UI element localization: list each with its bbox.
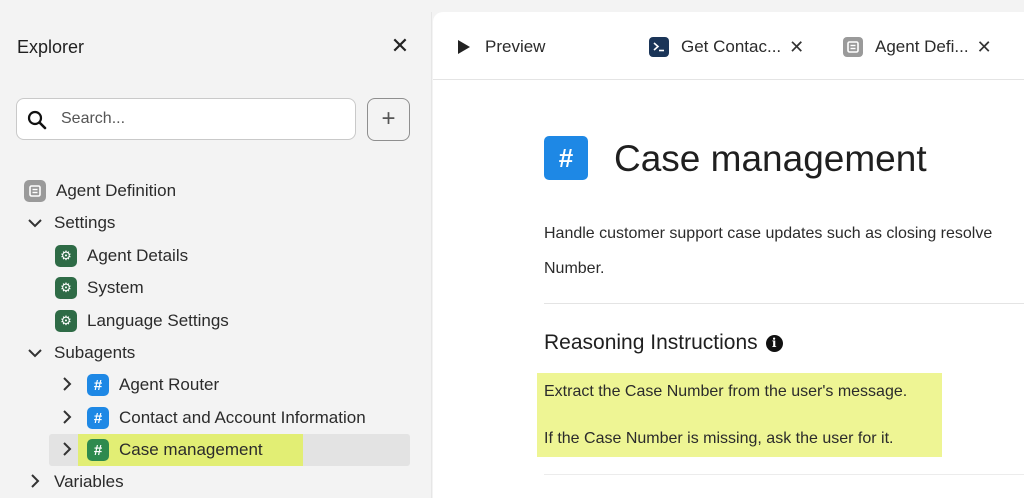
section-title-text: Reasoning Instructions xyxy=(544,331,758,354)
tree-item-variables[interactable]: Variables xyxy=(24,467,124,497)
tab-get-contact[interactable]: Get Contac... ✕ xyxy=(649,34,804,60)
gear-icon: ⚙ xyxy=(55,245,77,267)
play-icon xyxy=(457,39,471,55)
search-icon xyxy=(27,110,47,130)
hash-icon: # xyxy=(87,407,109,429)
close-icon[interactable]: ✕ xyxy=(977,37,992,58)
explorer-title: Explorer xyxy=(17,37,85,57)
tree-label: Case management xyxy=(119,440,263,459)
hash-icon: # xyxy=(87,439,109,461)
tree-label: Agent Details xyxy=(87,246,189,265)
tree-label: System xyxy=(87,278,144,297)
document-icon xyxy=(24,180,46,202)
tab-label: Agent Defi... xyxy=(875,37,969,56)
tree-item-agent-details[interactable]: ⚙ Agent Details xyxy=(55,241,188,271)
chevron-down-icon[interactable] xyxy=(24,345,46,361)
tree-label: Settings xyxy=(54,213,116,232)
close-icon[interactable]: ✕ xyxy=(388,34,412,58)
description-line: Handle customer support case updates suc… xyxy=(544,225,993,242)
document-icon xyxy=(843,37,863,57)
chevron-down-icon[interactable] xyxy=(24,215,46,231)
tab-agent-definition[interactable]: Agent Defi... ✕ xyxy=(843,34,992,60)
description: Handle customer support case updates suc… xyxy=(544,216,1024,286)
gear-icon: ⚙ xyxy=(55,277,77,299)
tree-item-subagents[interactable]: Subagents xyxy=(24,338,135,368)
tab-label: Get Contac... xyxy=(681,37,782,56)
tree-label: Variables xyxy=(54,472,124,491)
chevron-right-icon[interactable] xyxy=(56,376,78,394)
tree-item-language-settings[interactable]: ⚙ Language Settings xyxy=(55,306,229,336)
tree-label: Agent Router xyxy=(119,375,220,394)
chevron-right-icon[interactable] xyxy=(56,409,78,427)
tree-item-agent-definition[interactable]: Agent Definition xyxy=(24,176,176,206)
hash-icon: # xyxy=(544,136,588,180)
tree-item-case-management[interactable]: # Case management xyxy=(56,435,263,465)
page-title: Case management xyxy=(614,138,927,179)
editor-panel: Preview Get Contac... ✕ Agent Defi... ✕ … xyxy=(433,12,1024,498)
divider xyxy=(544,303,1024,304)
chevron-right-icon[interactable] xyxy=(56,441,78,459)
tab-bar: Preview Get Contac... ✕ Agent Defi... ✕ xyxy=(433,12,1024,80)
instructions-highlight: Extract the Case Number from the user's … xyxy=(537,373,942,457)
chevron-right-icon[interactable] xyxy=(24,473,46,491)
tree-label: Subagents xyxy=(54,343,136,362)
hash-icon: # xyxy=(87,374,109,396)
search-box[interactable] xyxy=(16,98,356,140)
tab-preview[interactable]: Preview xyxy=(457,34,545,60)
description-line: Number. xyxy=(544,260,605,277)
terminal-icon xyxy=(649,37,669,57)
tab-label: Preview xyxy=(485,37,546,56)
tree-item-settings[interactable]: Settings xyxy=(24,208,115,238)
tree-label: Agent Definition xyxy=(56,181,177,200)
tree-label: Language Settings xyxy=(87,311,229,330)
tree-item-agent-router[interactable]: # Agent Router xyxy=(56,370,219,400)
gear-icon: ⚙ xyxy=(55,310,77,332)
tree-item-system[interactable]: ⚙ System xyxy=(55,273,144,303)
panel-divider xyxy=(431,12,432,498)
tree-item-contact-account[interactable]: # Contact and Account Information xyxy=(56,403,366,433)
add-button[interactable]: + xyxy=(367,98,410,141)
explorer-sidebar: Explorer ✕ + Agent Definition Settings ⚙… xyxy=(0,0,430,498)
section-title: Reasoning Instructions i xyxy=(544,331,783,355)
info-icon[interactable]: i xyxy=(765,334,783,352)
search-input[interactable] xyxy=(61,107,341,131)
content-area: # Case management Handle customer suppor… xyxy=(433,80,1024,498)
close-icon[interactable]: ✕ xyxy=(789,37,804,58)
plus-icon: + xyxy=(381,105,396,132)
divider xyxy=(544,474,1024,475)
tree-label: Contact and Account Information xyxy=(119,408,366,427)
instruction-line: If the Case Number is missing, ask the u… xyxy=(544,430,894,447)
instruction-line: Extract the Case Number from the user's … xyxy=(544,383,908,400)
